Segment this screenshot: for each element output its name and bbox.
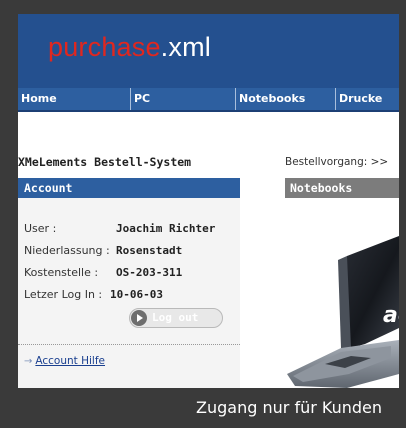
user-label: User : xyxy=(24,222,57,235)
lastlogin-label: Letzer Log In : xyxy=(24,288,103,301)
nav-pc[interactable]: PC xyxy=(131,88,236,110)
account-row-branch: Niederlassung : Rosenstadt xyxy=(24,244,182,257)
notebooks-heading: Notebooks xyxy=(285,178,399,198)
logout-button[interactable]: Log out xyxy=(129,308,223,328)
app-title: XMeLements Bestell-System xyxy=(18,155,192,169)
user-value: Joachim Richter xyxy=(116,222,216,235)
account-row-costcenter: Kostenstelle : OS-203-311 xyxy=(24,266,182,279)
account-row-lastlogin: Letzer Log In : 10-06-03 xyxy=(24,288,163,301)
branch-value: Rosenstadt xyxy=(116,244,183,257)
lastlogin-value: 10-06-03 xyxy=(110,288,163,301)
screenshot-frame: purchase.xml Home PC Notebooks Drucke XM… xyxy=(0,0,406,428)
nav-divider xyxy=(18,110,399,112)
web-page: purchase.xml Home PC Notebooks Drucke XM… xyxy=(18,14,399,388)
logout-label: Log out xyxy=(152,311,199,324)
nav-drucker[interactable]: Drucke xyxy=(336,88,399,110)
site-header: purchase.xml xyxy=(18,14,399,88)
logo-purchase: purchase xyxy=(48,32,161,62)
costcenter-label: Kostenstelle : xyxy=(24,266,99,279)
laptop-illustration: ac xyxy=(287,236,399,388)
nav-notebooks[interactable]: Notebooks xyxy=(236,88,336,110)
brand-mark: ac xyxy=(383,303,399,328)
order-process-link[interactable]: Bestellvorgang: >> xyxy=(285,156,388,168)
account-heading: Account xyxy=(18,178,240,198)
arrow-right-icon: → xyxy=(24,356,33,367)
caption-bar: Zugang nur für Kunden xyxy=(0,388,406,428)
account-help-link[interactable]: Account Hilfe xyxy=(35,355,105,367)
costcenter-value: OS-203-311 xyxy=(116,266,183,279)
play-arrow-icon xyxy=(131,310,147,326)
notebook-product-image[interactable]: ac xyxy=(285,198,399,388)
account-help[interactable]: → Account Hilfe xyxy=(24,355,105,367)
logo-xml: .xml xyxy=(160,32,211,62)
branch-label: Niederlassung : xyxy=(24,244,110,257)
panel-divider xyxy=(18,344,240,345)
account-panel: User : Joachim Richter Niederlassung : R… xyxy=(18,198,240,388)
site-logo[interactable]: purchase.xml xyxy=(48,32,211,63)
nav-home[interactable]: Home xyxy=(18,88,131,110)
main-nav: Home PC Notebooks Drucke xyxy=(18,88,399,110)
account-row-user: User : Joachim Richter xyxy=(24,222,215,235)
caption-text: Zugang nur für Kunden xyxy=(196,398,382,417)
